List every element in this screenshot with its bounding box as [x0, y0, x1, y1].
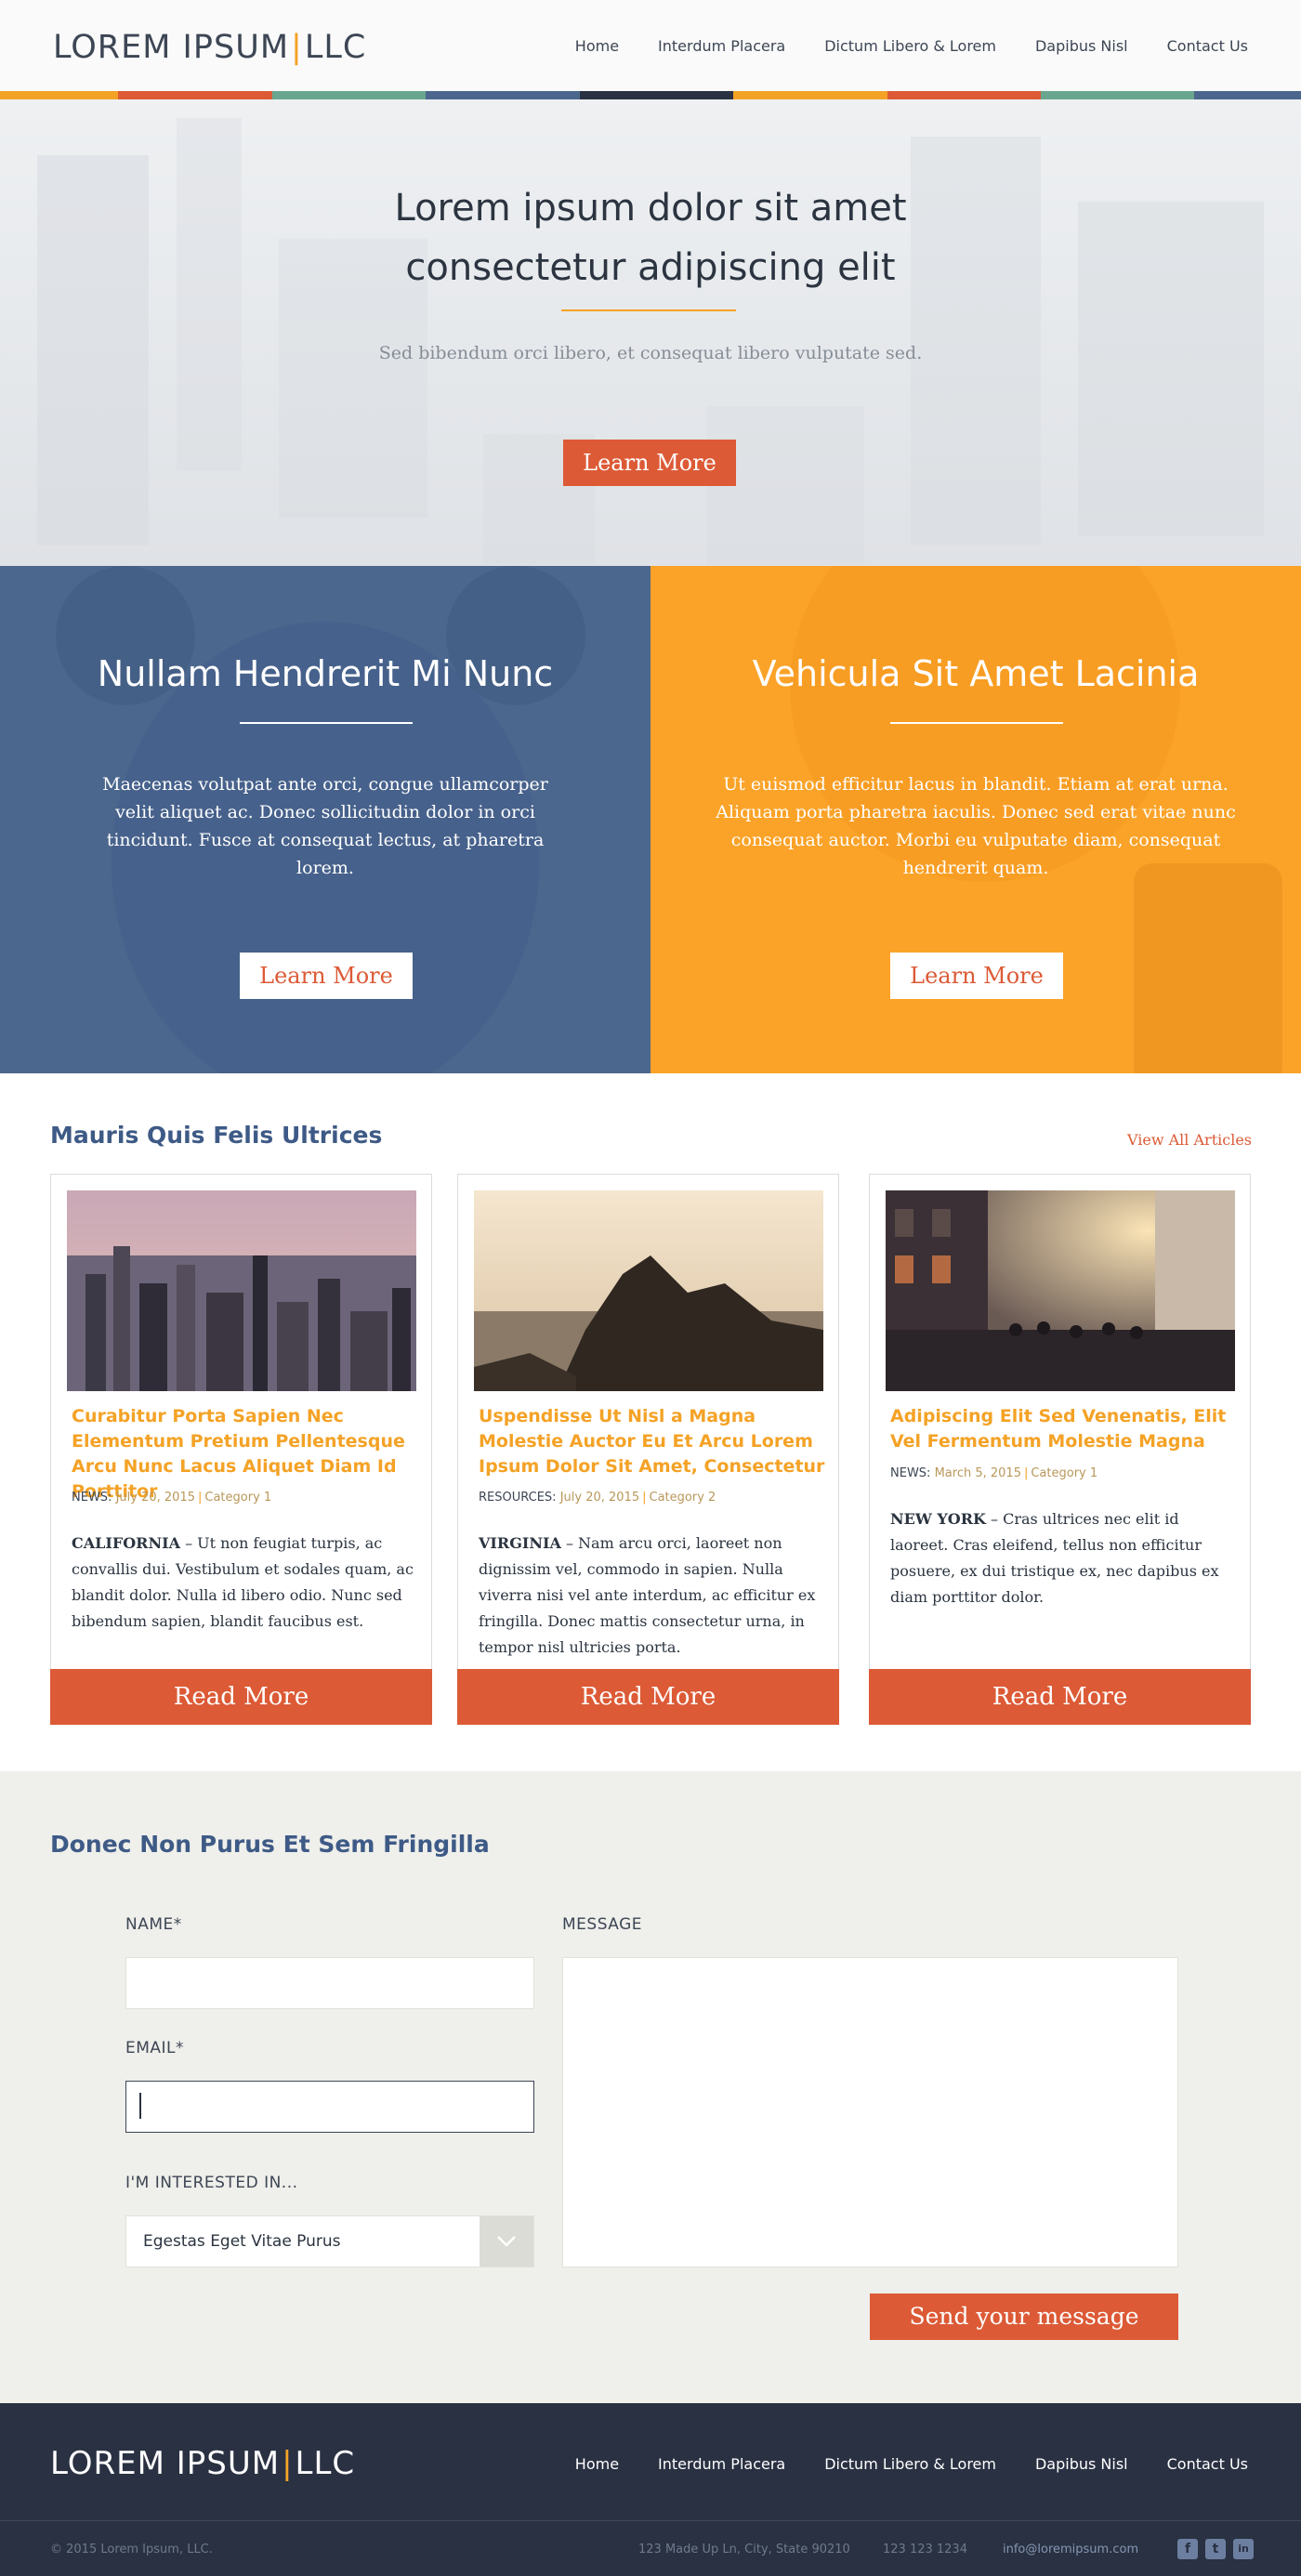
article-title[interactable]: Uspendisse Ut Nisl a Magna Molestie Auct…	[479, 1404, 826, 1479]
article-card: Adipiscing Elit Sed Venenatis, Elit Vel …	[869, 1174, 1251, 1725]
article-meta: NEWS: July 20, 2015 | Category 1	[72, 1491, 271, 1505]
footer-logo[interactable]: LOREM IPSUM|LLC	[50, 2442, 355, 2485]
article-location: VIRGINIA	[479, 1534, 561, 1552]
hero-divider	[561, 309, 736, 311]
message-textarea[interactable]	[562, 1957, 1178, 2267]
footer-nav-dictum-libero[interactable]: Dictum Libero & Lorem	[824, 2453, 996, 2476]
interest-select[interactable]: Egestas Eget Vitae Purus	[125, 2215, 534, 2267]
footer-nav-dapibus-nisl[interactable]: Dapibus Nisl	[1035, 2453, 1128, 2476]
article-category[interactable]: Category 2	[650, 1491, 716, 1505]
feature-panel-right: Vehicula Sit Amet Lacinia Ut euismod eff…	[650, 566, 1301, 1073]
meta-separator: |	[1023, 1466, 1029, 1480]
site-logo[interactable]: LOREM IPSUM|LLC	[53, 26, 366, 69]
logo-separator: |	[291, 29, 303, 66]
facebook-icon[interactable]: f	[1177, 2539, 1198, 2559]
footer-nav-home[interactable]: Home	[575, 2453, 619, 2476]
twitter-icon[interactable]: t	[1205, 2539, 1226, 2559]
article-card: Curabitur Porta Sapien Nec Elementum Pre…	[50, 1174, 432, 1725]
site-header: LOREM IPSUM|LLC Home Interdum Placera Di…	[0, 0, 1301, 93]
articles-heading: Mauris Quis Felis Ultrices	[50, 1122, 383, 1149]
article-excerpt: CALIFORNIA – Ut non feugiat turpis, ac c…	[72, 1531, 415, 1635]
meta-separator: |	[642, 1491, 647, 1505]
linkedin-icon[interactable]: in	[1233, 2539, 1254, 2559]
article-date: July 20, 2015	[559, 1491, 640, 1505]
nav-item-contact-us[interactable]: Contact Us	[1167, 35, 1248, 58]
panel-right-text: Ut euismod efficitur lacus in blandit. E…	[716, 774, 1236, 878]
contact-heading: Donec Non Purus Et Sem Fringilla	[50, 1831, 490, 1858]
read-more-button[interactable]: Read More	[50, 1669, 432, 1725]
contact-section: Donec Non Purus Et Sem Fringilla NAME* E…	[0, 1771, 1301, 2403]
hero-section: Lorem ipsum dolor sit amet consectetur a…	[0, 99, 1301, 566]
feature-panel-left: Nullam Hendrerit Mi Nunc Maecenas volutp…	[0, 566, 650, 1073]
article-category[interactable]: Category 1	[1031, 1466, 1097, 1480]
article-excerpt: VIRGINIA – Nam arcu orci, laoreet non di…	[479, 1531, 822, 1661]
name-label: NAME*	[125, 1915, 182, 1934]
footer-logo-separator: |	[282, 2445, 294, 2482]
read-more-button[interactable]: Read More	[457, 1669, 839, 1725]
read-more-button[interactable]: Read More	[869, 1669, 1251, 1725]
footer-logo-text-right: LLC	[295, 2445, 356, 2482]
article-type: NEWS:	[890, 1466, 931, 1480]
chevron-down-icon[interactable]	[480, 2216, 533, 2267]
article-image-street-crowd[interactable]	[886, 1190, 1235, 1391]
name-field[interactable]	[125, 1957, 534, 2009]
email-label: EMAIL*	[125, 2039, 185, 2057]
panel-left-learn-more-button[interactable]: Learn More	[240, 953, 413, 999]
footer-phone: 123 123 1234	[883, 2543, 967, 2556]
footer-address: 123 Made Up Ln, City, State 90210	[638, 2543, 850, 2556]
hero-learn-more-button[interactable]: Learn More	[563, 440, 736, 486]
article-excerpt-text: – Nam arcu orci, laoreet non dignissim v…	[479, 1534, 816, 1656]
hero-title: Lorem ipsum dolor sit amet consectetur a…	[325, 178, 976, 297]
logo-text-right: LLC	[304, 29, 367, 66]
hero-subtitle: Sed bibendum orci libero, et consequat l…	[378, 343, 923, 363]
footer-nav: Home Interdum Placera Dictum Libero & Lo…	[536, 2453, 1248, 2476]
view-all-articles-link[interactable]: View All Articles	[1127, 1131, 1252, 1149]
footer-logo-text-left: LOREM IPSUM	[50, 2445, 281, 2482]
interest-label: I'M INTERESTED IN...	[125, 2174, 298, 2192]
interest-selected-value: Egestas Eget Vitae Purus	[143, 2232, 341, 2251]
article-meta: RESOURCES: July 20, 2015 | Category 2	[479, 1491, 716, 1505]
article-card: Uspendisse Ut Nisl a Magna Molestie Auct…	[457, 1174, 839, 1725]
article-title[interactable]: Curabitur Porta Sapien Nec Elementum Pre…	[72, 1404, 419, 1505]
article-location: NEW YORK	[890, 1510, 986, 1528]
site-footer: LOREM IPSUM|LLC Home Interdum Placera Di…	[0, 2403, 1301, 2576]
meta-separator: |	[197, 1491, 203, 1505]
panel-right-title: Vehicula Sit Amet Lacinia	[752, 653, 1200, 694]
footer-nav-interdum-placera[interactable]: Interdum Placera	[658, 2453, 785, 2476]
main-nav: Home Interdum Placera Dictum Libero & Lo…	[536, 35, 1248, 58]
footer-divider	[0, 2520, 1301, 2521]
message-label: MESSAGE	[562, 1915, 643, 1934]
panel-right-learn-more-button[interactable]: Learn More	[890, 953, 1063, 999]
article-date: July 20, 2015	[115, 1491, 195, 1505]
article-location: CALIFORNIA	[72, 1534, 180, 1552]
hero-title-line2: consectetur adipiscing elit	[405, 246, 896, 289]
color-stripe	[0, 91, 1301, 99]
article-title[interactable]: Adipiscing Elit Sed Venenatis, Elit Vel …	[890, 1404, 1238, 1454]
nav-item-dapibus-nisl[interactable]: Dapibus Nisl	[1035, 35, 1128, 58]
send-message-button[interactable]: Send your message	[870, 2293, 1178, 2340]
article-type: NEWS:	[72, 1491, 112, 1505]
footer-email-link[interactable]: info@loremipsum.com	[1003, 2543, 1138, 2556]
article-type: RESOURCES:	[479, 1491, 557, 1505]
article-category[interactable]: Category 1	[204, 1491, 271, 1505]
article-image-city-skyline[interactable]	[67, 1190, 416, 1391]
article-image-coastline[interactable]	[474, 1190, 823, 1391]
panel-left-text: Maecenas volutpat ante orci, congue ulla…	[102, 774, 548, 878]
article-excerpt: NEW YORK – Cras ultrices nec elit id lao…	[890, 1506, 1234, 1610]
nav-item-interdum-placera[interactable]: Interdum Placera	[658, 35, 785, 58]
text-cursor	[139, 2093, 141, 2119]
copyright-text: © 2015 Lorem Ipsum, LLC.	[50, 2543, 213, 2556]
nav-item-dictum-libero[interactable]: Dictum Libero & Lorem	[824, 35, 996, 58]
email-field[interactable]	[125, 2081, 534, 2133]
article-meta: NEWS: March 5, 2015 | Category 1	[890, 1466, 1097, 1480]
panel-right-divider	[890, 722, 1063, 724]
article-date: March 5, 2015	[934, 1466, 1021, 1480]
panel-left-divider	[240, 722, 413, 724]
logo-text-left: LOREM IPSUM	[53, 29, 290, 66]
nav-item-home[interactable]: Home	[575, 35, 619, 58]
panel-left-title: Nullam Hendrerit Mi Nunc	[97, 653, 554, 694]
hero-title-line1: Lorem ipsum dolor sit amet	[394, 187, 907, 230]
footer-nav-contact-us[interactable]: Contact Us	[1167, 2453, 1248, 2476]
